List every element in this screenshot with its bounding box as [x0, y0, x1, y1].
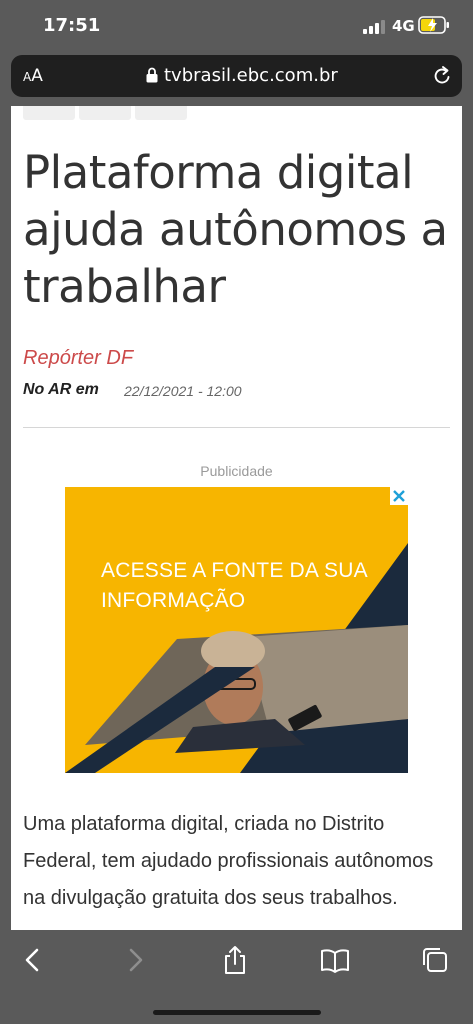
- article-title: Plataforma digital ajuda autônomos a tra…: [23, 146, 448, 313]
- bookmarks-icon[interactable]: [320, 945, 350, 975]
- on-air-label: No AR em: [23, 381, 99, 398]
- publish-date: 22/12/2021 - 12:00: [124, 383, 242, 399]
- tabs-icon[interactable]: [420, 945, 450, 975]
- lock-icon: [146, 67, 158, 83]
- divider: [23, 427, 450, 428]
- forward-icon[interactable]: [120, 945, 150, 975]
- category-tag[interactable]: [79, 106, 131, 120]
- web-page[interactable]: Plataforma digital ajuda autônomos a tra…: [11, 106, 462, 930]
- ad-label: Publicidade: [200, 463, 273, 479]
- category-tag[interactable]: [135, 106, 187, 120]
- reader-settings-button[interactable]: AA: [23, 66, 43, 86]
- ad-headline: ACESSE A FONTE DA SUA INFORMAÇÃO: [101, 559, 367, 612]
- ad-image: [65, 543, 408, 773]
- url-text[interactable]: tvbrasil.ebc.com.br: [164, 65, 338, 86]
- browser-toolbar: [0, 930, 473, 1024]
- category-tag[interactable]: [23, 106, 75, 120]
- back-icon[interactable]: [18, 945, 48, 975]
- battery-charging-icon: [418, 16, 449, 34]
- reload-icon[interactable]: [431, 65, 453, 87]
- signal-icon: [363, 20, 385, 34]
- status-bar: 17:51 4G: [0, 0, 473, 52]
- ad-close-icon[interactable]: [390, 487, 408, 505]
- article-body: Uma plataforma digital, criada no Distri…: [23, 813, 434, 909]
- home-indicator: [153, 1010, 321, 1015]
- share-icon[interactable]: [220, 945, 250, 975]
- reporter-link[interactable]: Repórter DF: [23, 347, 133, 370]
- address-bar[interactable]: AA tvbrasil.ebc.com.br: [11, 55, 462, 97]
- network-label: 4G: [392, 17, 415, 35]
- status-time: 17:51: [43, 15, 101, 36]
- ad-banner[interactable]: ACESSE A FONTE DA SUA INFORMAÇÃO: [65, 487, 408, 773]
